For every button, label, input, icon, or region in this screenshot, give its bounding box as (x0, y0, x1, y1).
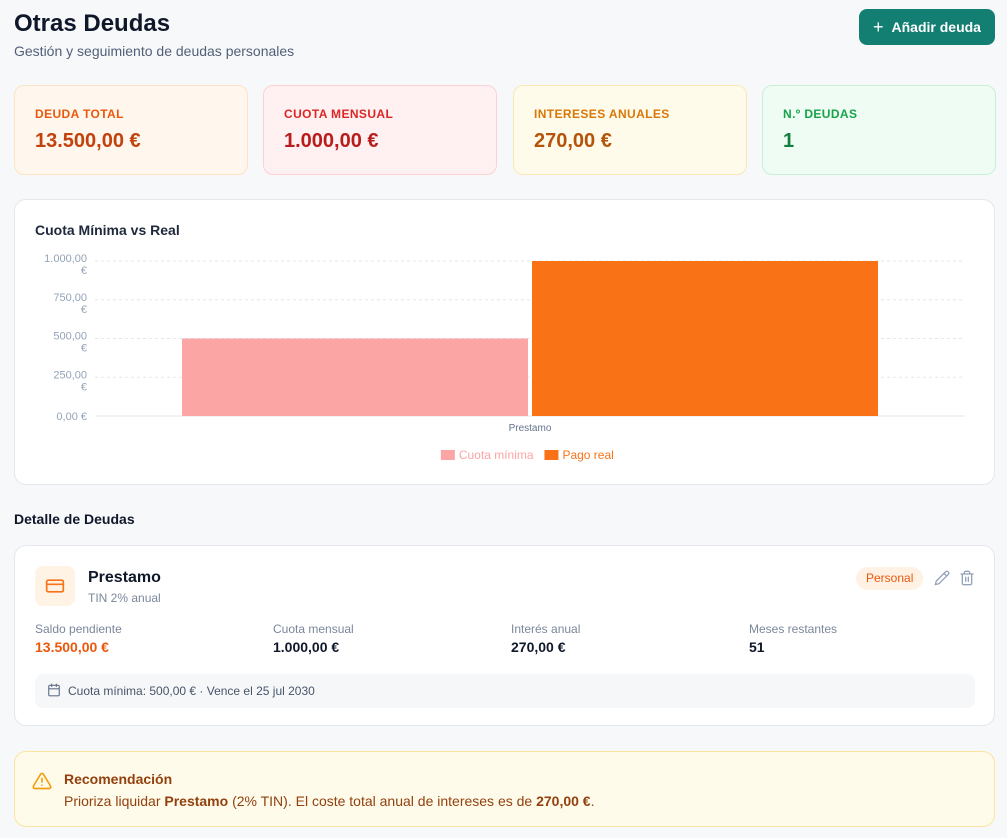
debt-name: Prestamo (88, 569, 161, 586)
recommendation-amount: 270,00 € (536, 793, 591, 809)
recommendation-text: Prioriza liquidar Prestamo (2% TIN). El … (64, 793, 594, 809)
metric-value: 270,00 € (511, 639, 566, 655)
plus-icon: + (873, 17, 884, 37)
stat-value: 270,00 € (534, 130, 612, 152)
y-tick-label: € (81, 265, 87, 277)
metric-value: 13.500,00 € (35, 639, 109, 655)
metric-monthly: Cuota mensual 1.000,00 € (273, 622, 354, 655)
debt-rate: TIN 2% anual (88, 591, 161, 605)
bar-chart: 0,00 €250,00€500,00€750,00€1.000,00€Pres… (44, 253, 965, 462)
stat-label: INTERESES ANUALES (534, 107, 670, 121)
section-title: Detalle de Deudas (14, 511, 135, 527)
y-tick-label: 500,00 (53, 331, 87, 343)
stat-value: 13.500,00 € (35, 130, 141, 152)
debt-footer-text: Cuota mínima: 500,00 € · Vence el 25 jul… (68, 684, 315, 698)
recommendation-text-part: (2% TIN). El coste total anual de intere… (228, 793, 537, 809)
metric-label: Meses restantes (749, 622, 838, 636)
pencil-icon[interactable] (933, 569, 951, 587)
stat-label: DEUDA TOTAL (35, 107, 124, 121)
y-tick-label: 750,00 (53, 292, 87, 304)
y-tick-label: 250,00 (53, 369, 87, 381)
debt-card: Prestamo TIN 2% anual Personal Saldo pen… (14, 545, 995, 726)
chart-title: Cuota Mínima vs Real (35, 222, 180, 238)
legend-label: Pago real (562, 448, 613, 462)
recommendation-title: Recomendación (64, 771, 173, 787)
recommendation-text-part: Prioriza liquidar (64, 793, 165, 809)
calendar-icon (47, 683, 61, 700)
metric-label: Interés anual (511, 622, 581, 636)
legend-swatch (544, 450, 559, 460)
recommendation-debt-name: Prestamo (164, 793, 229, 809)
y-tick-label: € (81, 381, 87, 393)
y-tick-label: 0,00 € (56, 411, 87, 423)
category-badge: Personal (856, 567, 924, 590)
recommendation-text-part: . (590, 793, 595, 809)
stat-value: 1.000,00 € (284, 130, 379, 152)
metric-months: Meses restantes 51 (749, 622, 837, 655)
add-debt-button[interactable]: + Añadir deuda (859, 9, 995, 45)
y-tick-label: € (81, 343, 87, 355)
stat-card-total-debt: DEUDA TOTAL 13.500,00 € (14, 85, 248, 175)
bar-cuota-mínima (182, 338, 528, 416)
x-tick-label: Prestamo (509, 423, 552, 434)
stat-card-debt-count: N.º DEUDAS 1 (762, 85, 996, 175)
metric-label: Cuota mensual (273, 622, 354, 636)
trash-icon[interactable] (958, 569, 976, 587)
recommendation-box: Recomendación Prioriza liquidar Prestamo… (14, 751, 995, 827)
legend-swatch (440, 450, 455, 460)
metric-label: Saldo pendiente (35, 622, 122, 636)
warning-icon (32, 771, 52, 796)
page-subtitle: Gestión y seguimiento de deudas personal… (14, 43, 295, 59)
add-debt-button-label: Añadir deuda (891, 19, 981, 35)
legend-label: Cuota mínima (459, 448, 534, 462)
debt-footer: Cuota mínima: 500,00 € · Vence el 25 jul… (35, 674, 975, 708)
page-title: Otras Deudas (14, 10, 171, 37)
credit-card-icon (35, 566, 75, 606)
stat-label: CUOTA MENSUAL (284, 107, 394, 121)
chart-card: 0,00 €250,00 €500,00 €750,00 €1.000,00 € Pres… (14, 199, 995, 485)
metric-value: 51 (749, 639, 765, 655)
y-tick-label: 1.000,00 (44, 253, 87, 265)
metric-balance: Saldo pendiente 13.500,00 € (35, 622, 122, 655)
metric-interest: Interés anual 270,00 € (511, 622, 580, 655)
stat-card-annual-interest: INTERESES ANUALES 270,00 € (513, 85, 747, 175)
stat-label: N.º DEUDAS (783, 107, 858, 121)
y-tick-label: € (81, 304, 87, 316)
stat-value: 1 (783, 130, 795, 152)
metric-value: 1.000,00 € (273, 639, 340, 655)
bar-pago-real (532, 261, 878, 416)
stat-card-monthly-payment: CUOTA MENSUAL 1.000,00 € (263, 85, 497, 175)
